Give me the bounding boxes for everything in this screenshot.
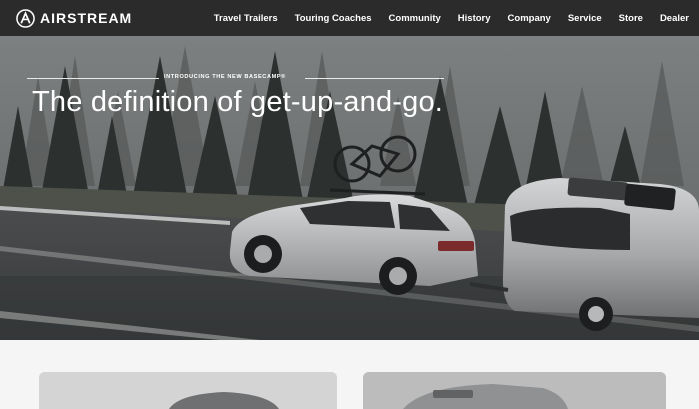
brand-name: AIRSTREAM (40, 10, 133, 26)
nav-item-touring-coaches[interactable]: Touring Coaches (295, 13, 372, 24)
hero-eyebrow-row: INTRODUCING THE NEW BASECAMP® (27, 74, 444, 84)
eyebrow-divider-left (27, 78, 159, 79)
hero-eyebrow: INTRODUCING THE NEW BASECAMP® (164, 74, 286, 80)
nav-item-service[interactable]: Service (568, 13, 602, 24)
top-navigation-bar: AIRSTREAM Travel Trailers Touring Coache… (0, 0, 699, 36)
nav-item-dealer[interactable]: Dealer (660, 13, 689, 24)
product-image-right (363, 372, 666, 409)
nav-item-company[interactable]: Company (508, 13, 551, 24)
nav-item-store[interactable]: Store (619, 13, 643, 24)
nav-item-history[interactable]: History (458, 13, 491, 24)
airstream-logo-icon (16, 8, 35, 28)
product-card-right[interactable] (363, 372, 666, 409)
nav-item-community[interactable]: Community (389, 13, 441, 24)
eyebrow-divider-right (305, 78, 444, 79)
main-nav: Travel Trailers Touring Coaches Communit… (214, 0, 689, 36)
nav-item-travel-trailers[interactable]: Travel Trailers (214, 13, 278, 24)
product-section (0, 340, 699, 409)
product-image-left (39, 372, 337, 409)
brand-logo[interactable]: AIRSTREAM (16, 8, 132, 28)
hero-banner[interactable]: INTRODUCING THE NEW BASECAMP® The defini… (0, 36, 699, 340)
hero-headline: The definition of get-up-and-go. (32, 86, 444, 118)
product-card-left[interactable] (39, 372, 337, 409)
